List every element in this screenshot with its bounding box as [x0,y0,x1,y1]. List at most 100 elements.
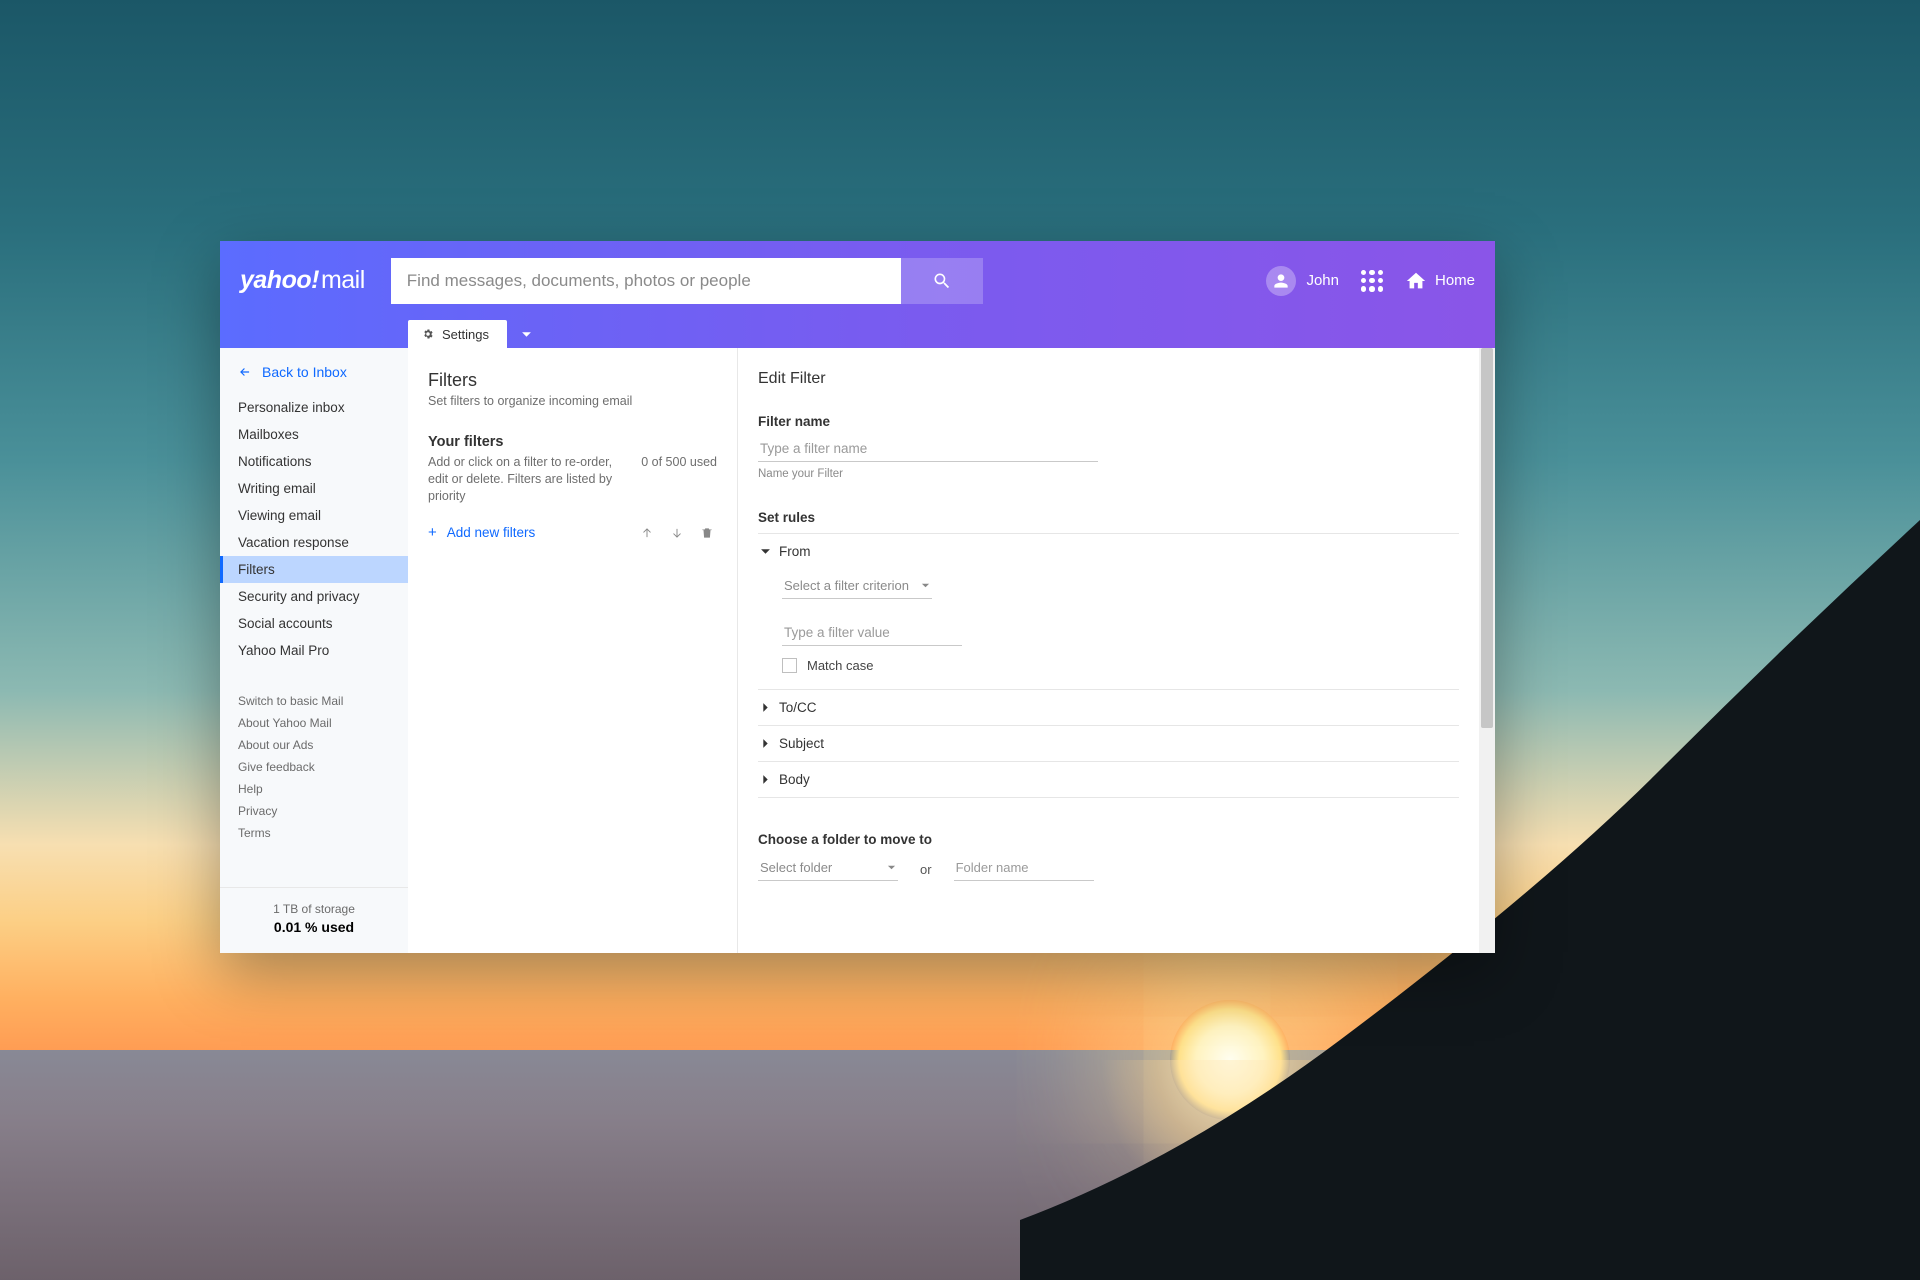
link-about-yahoo-mail[interactable]: About Yahoo Mail [220,712,408,734]
filter-value-input[interactable] [782,621,962,646]
link-privacy[interactable]: Privacy [220,800,408,822]
chevron-right-icon [760,738,771,749]
arrow-down-icon [670,526,684,540]
search-dropdown-icon[interactable] [873,274,885,288]
link-help[interactable]: Help [220,778,408,800]
back-to-inbox[interactable]: Back to Inbox [220,348,408,394]
logo-mail: mail [321,266,365,294]
storage-used: 0.01 % used [238,919,390,935]
your-filters-desc: Add or click on a filter to re-order, ed… [428,454,629,505]
chevron-right-icon [760,774,771,785]
nav-yahoo-mail-pro[interactable]: Yahoo Mail Pro [220,637,408,664]
set-rules-label: Set rules [758,510,1459,525]
nav-filters[interactable]: Filters [220,556,408,583]
rule-subject-header[interactable]: Subject [760,736,1459,751]
move-down-button[interactable] [667,523,687,543]
filters-count: 0 of 500 used [641,454,717,469]
criterion-placeholder: Select a filter criterion [784,578,909,593]
yahoo-mail-window: yahoo!mail John [220,241,1495,953]
home-link[interactable]: Home [1405,270,1475,292]
folder-name-input[interactable] [954,857,1094,881]
filter-name-input[interactable] [758,437,1098,462]
chevron-down-icon [521,329,532,340]
select-folder-placeholder: Select folder [760,860,832,875]
app-header: yahoo!mail John [220,241,1495,320]
move-to-section: Choose a folder to move to Select folder… [758,832,1459,881]
home-label: Home [1435,272,1475,289]
add-filters-label: Add new filters [447,525,536,540]
link-terms[interactable]: Terms [220,822,408,844]
user-menu[interactable]: John [1266,266,1339,296]
apps-grid-icon[interactable] [1361,270,1383,292]
chevron-down-icon [887,860,896,875]
rule-subject-label: Subject [779,736,824,751]
select-folder-dropdown[interactable]: Select folder [758,857,898,881]
match-case-label: Match case [807,658,873,673]
rule-body-label: Body [779,772,810,787]
tab-dropdown[interactable] [513,320,541,348]
link-about-ads[interactable]: About our Ads [220,734,408,756]
yahoo-mail-logo[interactable]: yahoo!mail [240,266,365,295]
search-icon [932,271,952,291]
rule-from-body: Select a filter criterion Match case [760,559,1459,679]
filters-list-pane: Filters Set filters to organize incoming… [408,348,738,953]
rule-tocc-header[interactable]: To/CC [760,700,1459,715]
nav-notifications[interactable]: Notifications [220,448,408,475]
rule-from-header[interactable]: From [760,544,1459,559]
rule-subject: Subject [758,726,1459,762]
rule-body: Body [758,762,1459,798]
rule-from-label: From [779,544,811,559]
storage-total: 1 TB of storage [238,902,390,916]
home-icon [1405,270,1427,292]
filters-title: Filters [428,370,717,391]
link-switch-basic[interactable]: Switch to basic Mail [220,690,408,712]
scrollbar-thumb[interactable] [1481,348,1493,728]
app-body: Back to Inbox Personalize inbox Mailboxe… [220,348,1495,953]
criterion-select[interactable]: Select a filter criterion [782,575,932,599]
or-separator: or [920,862,932,881]
logo-yahoo: yahoo! [240,266,319,294]
tab-settings[interactable]: Settings [408,320,507,348]
arrow-up-icon [640,526,654,540]
search-box[interactable] [391,258,901,304]
chevron-down-icon [760,546,771,557]
rule-body-header[interactable]: Body [760,772,1459,787]
link-give-feedback[interactable]: Give feedback [220,756,408,778]
filter-name-label: Filter name [758,414,1459,429]
user-name: John [1306,272,1339,289]
search-button[interactable] [901,258,983,304]
delete-filter-button[interactable] [697,523,717,543]
edit-filter-pane: Edit Filter Filter name Name your Filter… [738,348,1495,953]
nav-mailboxes[interactable]: Mailboxes [220,421,408,448]
rule-tocc: To/CC [758,690,1459,726]
add-new-filters-button[interactable]: + Add new filters [428,524,535,541]
nav-security-privacy[interactable]: Security and privacy [220,583,408,610]
settings-nav: Personalize inbox Mailboxes Notification… [220,394,408,664]
your-filters-heading: Your filters [428,434,717,450]
nav-vacation-response[interactable]: Vacation response [220,529,408,556]
scrollbar[interactable] [1479,348,1495,953]
nav-personalize-inbox[interactable]: Personalize inbox [220,394,408,421]
tab-bar: Settings [220,320,1495,348]
trash-icon [700,526,714,540]
chevron-down-icon [921,578,930,593]
settings-sidebar: Back to Inbox Personalize inbox Mailboxe… [220,348,408,953]
search-input[interactable] [407,271,873,291]
move-up-button[interactable] [637,523,657,543]
move-to-label: Choose a folder to move to [758,832,1459,847]
filter-name-hint: Name your Filter [758,468,1459,480]
back-label: Back to Inbox [262,364,347,380]
rule-from: From Select a filter criterion [758,533,1459,690]
storage-indicator: 1 TB of storage 0.01 % used [220,887,408,953]
settings-footer-links: Switch to basic Mail About Yahoo Mail Ab… [220,686,408,848]
gear-icon [422,328,434,340]
rule-tocc-label: To/CC [779,700,817,715]
match-case-row: Match case [782,658,1459,673]
match-case-checkbox[interactable] [782,658,797,673]
desktop-wallpaper: yahoo!mail John [0,0,1920,1280]
nav-viewing-email[interactable]: Viewing email [220,502,408,529]
header-right: John Home [1266,266,1475,296]
nav-writing-email[interactable]: Writing email [220,475,408,502]
nav-social-accounts[interactable]: Social accounts [220,610,408,637]
avatar-icon [1266,266,1296,296]
